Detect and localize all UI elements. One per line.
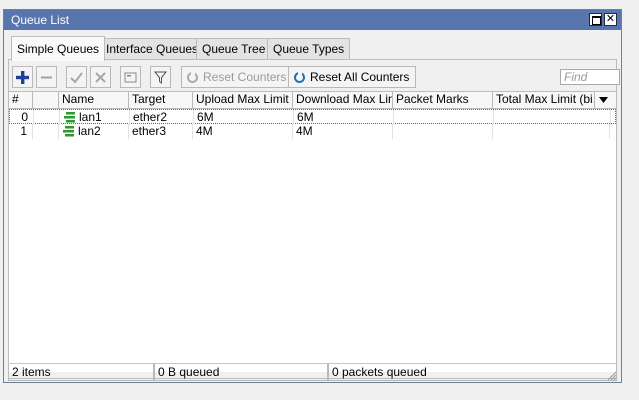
- reset-all-counters-label: Reset All Counters: [310, 70, 410, 84]
- filter-icon: [154, 71, 167, 84]
- add-button[interactable]: [12, 66, 33, 88]
- disable-button[interactable]: [90, 66, 111, 88]
- row-upload-max-limit: 6M: [194, 110, 294, 125]
- enable-button[interactable]: [66, 66, 87, 88]
- column-upload-max-limit[interactable]: Upload Max Limit: [193, 92, 293, 108]
- row-name: lan2: [59, 124, 129, 139]
- title-bar[interactable]: Queue List ✕: [4, 10, 621, 30]
- reset-counters-button[interactable]: Reset Counters: [181, 66, 294, 88]
- minus-icon: [41, 76, 52, 78]
- column-total-max-limit[interactable]: Total Max Limit (bi...: [493, 92, 595, 108]
- row-flags: [33, 124, 59, 139]
- column-target[interactable]: Target: [129, 92, 193, 108]
- tab-queue-types[interactable]: Queue Types: [267, 38, 351, 60]
- tab-queue-tree[interactable]: Queue Tree: [196, 38, 272, 60]
- find-input[interactable]: Find: [560, 69, 620, 85]
- table-header: # Name Target Upload Max Limit Download …: [9, 92, 616, 109]
- row-name-text: lan1: [79, 110, 102, 124]
- row-number: 1: [9, 124, 33, 139]
- close-icon[interactable]: ✕: [604, 13, 617, 26]
- row-download-max-limit: 4M: [293, 124, 393, 139]
- window-title: Queue List: [11, 13, 70, 27]
- row-download-max-limit: 6M: [294, 110, 394, 125]
- remove-button[interactable]: [36, 66, 57, 88]
- queue-icon: [64, 112, 75, 123]
- row-total-max-limit: [494, 110, 611, 125]
- column-download-max-limit[interactable]: Download Max Limit: [293, 92, 393, 108]
- column-packet-marks[interactable]: Packet Marks: [393, 92, 493, 108]
- row-total-max-limit: [493, 124, 610, 139]
- row-packet-marks: [393, 124, 493, 139]
- plus-icon: [16, 70, 29, 84]
- toolbar: Reset Counters Reset All Counters Find: [9, 66, 620, 90]
- column-chooser-button[interactable]: [595, 92, 616, 108]
- row-target: ether3: [129, 124, 193, 139]
- reset-all-counters-button[interactable]: Reset All Counters: [288, 66, 417, 88]
- tab-interface-queues[interactable]: Interface Queues: [100, 38, 205, 60]
- row-packet-marks: [394, 110, 494, 125]
- status-queued-packets: 0 packets queued: [328, 364, 617, 381]
- reset-counters-label: Reset Counters: [203, 70, 287, 84]
- queue-table: # Name Target Upload Max Limit Download …: [9, 91, 616, 372]
- row-number: 0: [10, 110, 34, 125]
- cross-icon: [95, 71, 106, 83]
- status-bar: 2 items 0 B queued 0 packets queued: [8, 363, 617, 381]
- queue-list-window: Queue List ✕ Simple Queues Interface Que…: [3, 9, 622, 383]
- resize-grip-icon[interactable]: [607, 371, 617, 381]
- row-upload-max-limit: 4M: [193, 124, 293, 139]
- row-target: ether2: [130, 110, 194, 125]
- tab-simple-queues[interactable]: Simple Queues: [11, 36, 106, 61]
- row-flags: [34, 110, 60, 125]
- row-name: lan1: [60, 110, 130, 125]
- queue-icon: [63, 126, 74, 137]
- column-flags[interactable]: [33, 92, 59, 108]
- reset-all-icon: [294, 70, 305, 83]
- column-number[interactable]: #: [9, 92, 33, 108]
- status-item-count: 2 items: [8, 364, 154, 381]
- maximize-icon[interactable]: [589, 13, 602, 26]
- comment-icon: [124, 72, 137, 82]
- table-row[interactable]: 1 lan2 ether3 4M 4M: [9, 124, 616, 139]
- table-row[interactable]: 0 lan1 ether2 6M 6M: [9, 109, 616, 125]
- simple-queues-panel: Reset Counters Reset All Counters Find #…: [8, 59, 620, 379]
- status-queued-bytes: 0 B queued: [154, 364, 328, 381]
- comment-button[interactable]: [120, 66, 141, 88]
- chevron-down-icon: [599, 97, 608, 103]
- filter-button[interactable]: [150, 66, 171, 88]
- column-name[interactable]: Name: [59, 92, 129, 108]
- row-name-text: lan2: [78, 124, 101, 138]
- check-icon: [70, 71, 83, 84]
- reset-icon: [187, 70, 198, 83]
